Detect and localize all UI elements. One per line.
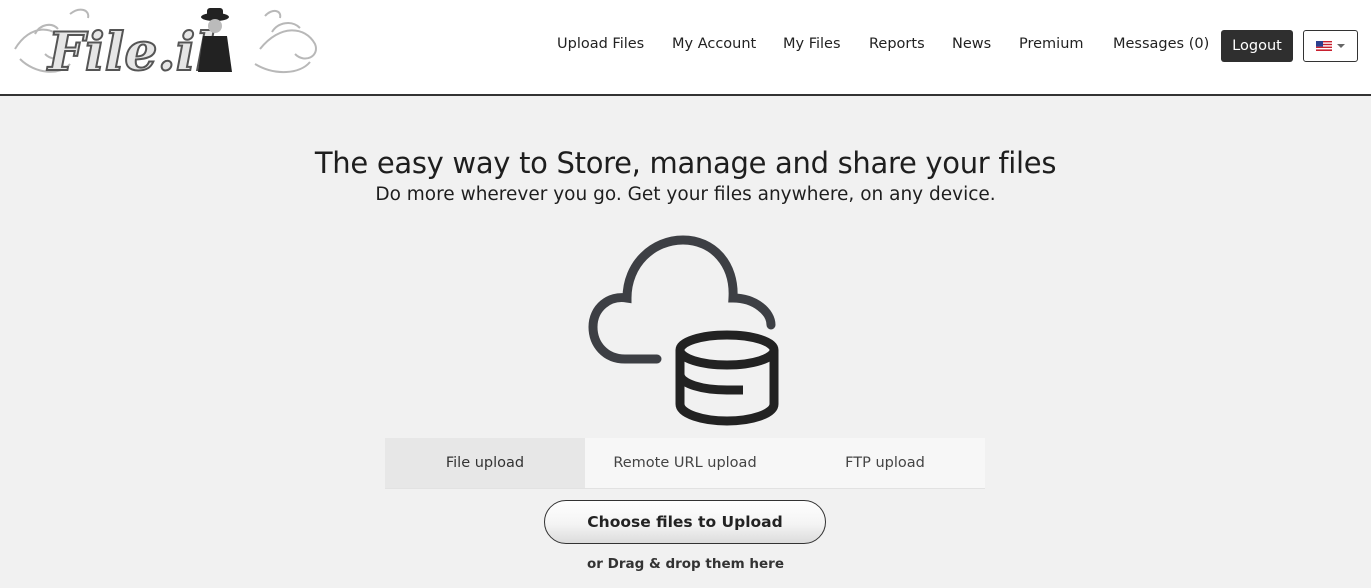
- drag-drop-hint: or Drag & drop them here: [587, 556, 784, 572]
- tab-ftp-upload[interactable]: FTP upload: [785, 438, 985, 488]
- nav-messages[interactable]: Messages (0): [1113, 36, 1209, 52]
- logout-button[interactable]: Logout: [1221, 30, 1293, 62]
- tab-remote-url-upload[interactable]: Remote URL upload: [585, 438, 785, 488]
- main-nav: Upload Files My Account My Files Reports…: [0, 30, 1371, 62]
- site-header: File.il Upload Files My Account My Files…: [0, 0, 1371, 96]
- nav-reports[interactable]: Reports: [869, 36, 925, 52]
- cloud-storage-icon: [585, 232, 785, 427]
- language-selector[interactable]: [1303, 30, 1358, 62]
- hero-subtitle: Do more wherever you go. Get your files …: [375, 184, 996, 205]
- nav-news[interactable]: News: [952, 36, 991, 52]
- us-flag-icon: [1316, 41, 1332, 51]
- choose-files-button[interactable]: Choose files to Upload: [544, 500, 826, 544]
- hero-title: The easy way to Store, manage and share …: [314, 146, 1057, 180]
- nav-my-account[interactable]: My Account: [672, 36, 756, 52]
- chevron-down-icon: [1337, 44, 1345, 48]
- nav-my-files[interactable]: My Files: [783, 36, 841, 52]
- tab-file-upload[interactable]: File upload: [385, 438, 585, 488]
- nav-premium[interactable]: Premium: [1019, 36, 1084, 52]
- nav-upload-files[interactable]: Upload Files: [557, 36, 644, 52]
- upload-tabs: File upload Remote URL upload FTP upload: [385, 438, 985, 489]
